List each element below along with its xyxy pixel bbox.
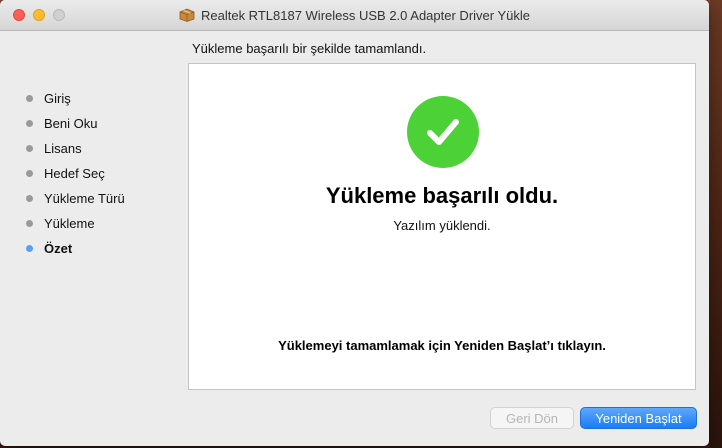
step-ozet: Özet	[26, 236, 125, 261]
step-label: Giriş	[44, 91, 71, 106]
title-bar[interactable]: Realtek RTL8187 Wireless USB 2.0 Adapter…	[0, 0, 709, 31]
checkmark-icon	[407, 96, 479, 168]
step-giris: Giriş	[26, 86, 125, 111]
step-label: Hedef Seç	[44, 166, 105, 181]
step-bullet-icon	[26, 195, 33, 202]
page-headline: Yükleme başarılı bir şekilde tamamlandı.	[192, 41, 427, 56]
desktop-wallpaper	[710, 0, 722, 448]
step-beni-oku: Beni Oku	[26, 111, 125, 136]
success-subtitle: Yazılım yüklendi.	[393, 218, 491, 233]
step-label: Yükleme	[44, 216, 95, 231]
step-yukleme: Yükleme	[26, 211, 125, 236]
step-label: Yükleme Türü	[44, 191, 125, 206]
step-bullet-icon	[26, 95, 33, 102]
window-title: Realtek RTL8187 Wireless USB 2.0 Adapter…	[200, 7, 530, 23]
step-bullet-active-icon	[26, 245, 33, 252]
restart-instruction: Yüklemeyi tamamlamak için Yeniden Başlat…	[278, 338, 606, 353]
step-lisans: Lisans	[26, 136, 125, 161]
step-bullet-icon	[26, 170, 33, 177]
installer-steps-sidebar: Giriş Beni Oku Lisans Hedef Seç Yükleme …	[26, 86, 125, 261]
installer-window: Realtek RTL8187 Wireless USB 2.0 Adapter…	[0, 0, 709, 446]
step-yukleme-turu: Yükleme Türü	[26, 186, 125, 211]
summary-panel: Yükleme başarılı oldu. Yazılım yüklendi.…	[188, 63, 696, 390]
step-bullet-icon	[26, 120, 33, 127]
success-title: Yükleme başarılı oldu.	[325, 183, 559, 208]
step-bullet-icon	[26, 220, 33, 227]
step-label: Beni Oku	[44, 116, 98, 131]
step-bullet-icon	[26, 145, 33, 152]
restart-button[interactable]: Yeniden Başlat	[580, 407, 697, 429]
step-label: Lisans	[44, 141, 82, 156]
step-label: Özet	[44, 241, 73, 256]
back-button[interactable]: Geri Dön	[490, 407, 574, 429]
step-hedef-sec: Hedef Seç	[26, 161, 125, 186]
package-icon	[179, 8, 195, 22]
